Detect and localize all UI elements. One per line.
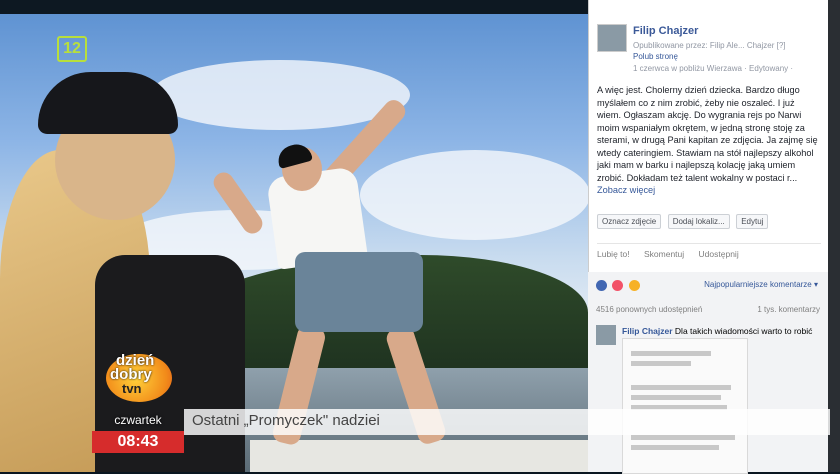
comment-text: Dla takich wiadomości warto to robić bbox=[674, 326, 813, 336]
love-reaction-icon bbox=[612, 280, 624, 291]
author-avatar[interactable] bbox=[597, 24, 627, 52]
see-more-link[interactable]: Zobacz więcej bbox=[597, 185, 655, 195]
like-reaction-icon bbox=[596, 280, 607, 291]
author-name[interactable]: Filip Chajzer bbox=[633, 25, 698, 37]
weekday-label: czwartek bbox=[114, 413, 162, 427]
action-bar: Lubię to! Skomentuj Udostępnij bbox=[597, 249, 821, 259]
shares-count[interactable]: 4516 ponownych udostępnień bbox=[596, 305, 702, 314]
right-edge bbox=[828, 0, 840, 472]
screenshot-line bbox=[631, 435, 735, 440]
boat-deck bbox=[250, 440, 588, 472]
tag-photo-button[interactable]: Oznacz zdjęcie bbox=[597, 214, 662, 229]
screenshot-line bbox=[631, 445, 719, 450]
post-photo: 12 bbox=[0, 0, 588, 472]
photo-actions: Oznacz zdjęcie Dodaj lokaliz... Edytuj bbox=[597, 211, 821, 229]
like-page-link[interactable]: Polub stronę bbox=[633, 52, 678, 61]
post-text: A więc jest. Cholerny dzień dziecka. Bar… bbox=[597, 84, 819, 197]
logo-line: tvn bbox=[122, 381, 142, 396]
published-by: Opublikowane przez: Filip Ale... Chajzer… bbox=[633, 41, 786, 50]
news-ticker: Ostatni „Promyczek" nadziei bbox=[184, 409, 830, 435]
commenter-avatar[interactable] bbox=[596, 325, 616, 345]
top-comments-dropdown[interactable]: Najpopularniejsze komentarze ▾ bbox=[704, 280, 818, 289]
like-button[interactable]: Lubię to! bbox=[597, 249, 630, 259]
divider bbox=[597, 243, 821, 244]
edit-button[interactable]: Edytuj bbox=[736, 214, 769, 229]
add-location-button[interactable]: Dodaj lokaliz... bbox=[667, 214, 730, 229]
share-button[interactable]: Udostępnij bbox=[699, 249, 739, 259]
reaction-icons bbox=[596, 278, 641, 296]
post-body: A więc jest. Cholerny dzień dziecka. Bar… bbox=[597, 85, 818, 183]
ticker-text: Ostatni „Promyczek" nadziei bbox=[192, 412, 380, 429]
clock: 08:43 bbox=[92, 431, 184, 453]
show-logo: dzień dobry tvn bbox=[104, 350, 180, 408]
haha-reaction-icon bbox=[628, 280, 640, 291]
screenshot-line bbox=[631, 351, 711, 356]
comment-screenshot-image[interactable] bbox=[622, 338, 748, 474]
post-meta: 1 czerwca w pobliżu Wierzawa · Edytowany… bbox=[633, 64, 794, 73]
channel-badge: 12 bbox=[57, 36, 87, 62]
comment-button[interactable]: Skomentuj bbox=[644, 249, 684, 259]
screenshot-line bbox=[631, 385, 731, 390]
screenshot-line bbox=[631, 361, 691, 366]
comments-count[interactable]: 1 tys. komentarzy bbox=[757, 305, 820, 314]
comment-author[interactable]: Filip Chajzer bbox=[622, 326, 673, 336]
top-strip bbox=[0, 0, 588, 14]
comment: Filip Chajzer Dla takich wiadomości wart… bbox=[622, 326, 812, 336]
man-shorts bbox=[295, 252, 423, 332]
cloud bbox=[360, 150, 588, 240]
screenshot-line bbox=[631, 395, 721, 400]
